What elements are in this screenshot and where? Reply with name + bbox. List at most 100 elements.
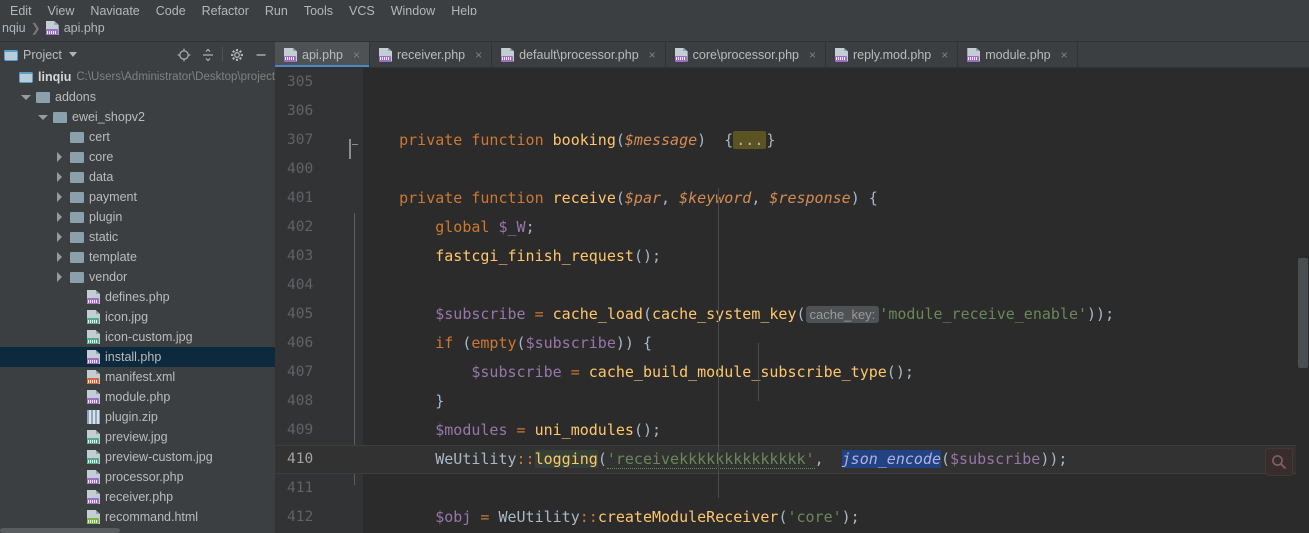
chevron-right-icon[interactable] — [55, 152, 65, 162]
search-magnifier-icon[interactable] — [1265, 448, 1293, 476]
code-line[interactable]: 305 — [275, 68, 1309, 97]
project-file-tree[interactable]: linqiu C:\Users\Administrator\Desktop\pro… — [0, 67, 275, 533]
breadcrumb-file[interactable]: api.php — [45, 21, 105, 35]
code-line[interactable]: 410 WeUtility::logging('receivekkkkkkkkk… — [275, 445, 1309, 474]
gear-icon[interactable] — [225, 44, 249, 66]
tree-item-manifest-xml[interactable]: manifest.xml — [0, 367, 275, 387]
close-icon[interactable]: × — [1059, 49, 1070, 61]
collapsed-fold-placeholder[interactable]: ... — [733, 131, 767, 149]
editor-scrollbar[interactable] — [1296, 68, 1309, 533]
tree-item-label: static — [89, 230, 119, 244]
editor-tab-module-php[interactable]: module.php × — [958, 42, 1078, 67]
code-line[interactable]: 307 private function booking($message) {… — [275, 126, 1309, 159]
tree-item-plugin[interactable]: plugin — [0, 207, 275, 227]
tree-item-linqiu[interactable]: linqiu C:\Users\Administrator\Desktop\pro… — [0, 67, 275, 87]
tree-item-cert[interactable]: cert — [0, 127, 275, 147]
tree-item-processor-php[interactable]: processor.php — [0, 467, 275, 487]
chevron-down-icon[interactable] — [68, 52, 77, 57]
menu-item-edit[interactable]: Edit — [2, 5, 40, 15]
tree-item-icon-custom-jpg[interactable]: icon-custom.jpg — [0, 327, 275, 347]
fold-end-icon[interactable] — [349, 395, 360, 406]
code-line[interactable]: 405 $subscribe = cache_load(cache_system… — [275, 300, 1309, 329]
code-line[interactable]: 403 fastcgi_finish_request(); — [275, 242, 1309, 271]
scrollbar-thumb[interactable] — [1298, 258, 1308, 368]
code-line[interactable]: 408 } — [275, 387, 1309, 416]
chevron-right-icon[interactable] — [55, 192, 65, 202]
menu-item-refactor[interactable]: Refactor — [194, 5, 257, 15]
code-line[interactable]: 412 $obj = WeUtility::createModuleReceiv… — [275, 503, 1309, 532]
menu-item-tools[interactable]: Tools — [296, 5, 341, 15]
tree-item-addons[interactable]: addons — [0, 87, 275, 107]
close-icon[interactable]: × — [351, 49, 362, 61]
chevron-right-icon[interactable] — [55, 212, 65, 222]
menu-item-help[interactable]: Help — [443, 5, 485, 15]
close-icon[interactable]: × — [647, 49, 658, 61]
project-panel-title[interactable]: Project — [4, 48, 77, 62]
tree-item-install-php[interactable]: install.php — [0, 347, 275, 367]
code-editor[interactable]: 305 306 307 private function booking($mess… — [275, 68, 1309, 533]
fold-collapsed-icon[interactable] — [349, 135, 360, 159]
code-line[interactable]: 407 $subscribe = cache_build_module_subs… — [275, 358, 1309, 387]
php-file-icon — [87, 470, 100, 484]
close-icon[interactable]: × — [939, 49, 950, 61]
code-line[interactable]: 402 global $_W; — [275, 213, 1309, 242]
editor-tab-default-processor-php[interactable]: default\processor.php × — [492, 42, 666, 67]
breadcrumb-project[interactable]: nqiu — [2, 21, 26, 35]
tree-item-ewei-shopv2[interactable]: ewei_shopv2 — [0, 107, 275, 127]
code-line[interactable]: 406 if (empty($subscribe)) { — [275, 329, 1309, 358]
menu-item-vcs[interactable]: VCS — [341, 5, 383, 15]
code-text: global $_W; — [435, 218, 535, 236]
tree-item-path: C:\Users\Administrator\Desktop\project — [76, 71, 275, 83]
scrollbar-thumb[interactable] — [0, 528, 120, 533]
menu-item-view[interactable]: View — [40, 5, 83, 15]
menu-item-window[interactable]: Window — [383, 5, 443, 15]
tree-item-label: preview.jpg — [105, 430, 168, 444]
chevron-right-icon[interactable] — [55, 272, 65, 282]
chevron-down-icon[interactable] — [21, 92, 31, 102]
tree-item-vendor[interactable]: vendor — [0, 267, 275, 287]
tree-item-defines-php[interactable]: defines.php — [0, 287, 275, 307]
close-icon[interactable]: × — [807, 49, 818, 61]
collapse-all-icon[interactable] — [196, 44, 220, 66]
editor-tab-reply-mod-php[interactable]: reply.mod.php × — [826, 42, 959, 67]
sidebar-horizontal-scrollbar[interactable] — [0, 528, 275, 533]
tree-item-plugin-zip[interactable]: plugin.zip — [0, 407, 275, 427]
tree-item-data[interactable]: data — [0, 167, 275, 187]
code-line[interactable]: 400 — [275, 155, 1309, 184]
editor-tab-receiver-php[interactable]: receiver.php × — [370, 42, 493, 67]
menu-item-run[interactable]: Run — [257, 5, 296, 15]
code-line[interactable]: 409 $modules = uni_modules(); — [275, 416, 1309, 445]
fold-expanded-icon[interactable] — [349, 192, 360, 205]
tree-item-module-php[interactable]: module.php — [0, 387, 275, 407]
tree-item-static[interactable]: static — [0, 227, 275, 247]
chevron-down-icon[interactable] — [38, 112, 48, 122]
code-line[interactable]: 401 private function receive($par, $keyw… — [275, 184, 1309, 213]
breadcrumb-separator: ❯ — [30, 21, 41, 35]
folder-icon — [70, 131, 84, 143]
tree-item-recommand-html[interactable]: recommand.html — [0, 507, 275, 527]
editor-tab-core-processor-php[interactable]: core\processor.php × — [666, 42, 826, 67]
editor-tab-bar[interactable]: api.php × receiver.php × default\processor.p… — [275, 42, 1309, 68]
locate-target-icon[interactable] — [172, 44, 196, 66]
menu-item-code[interactable]: Code — [148, 5, 194, 15]
fold-expanded-icon[interactable] — [349, 337, 360, 350]
tree-item-payment[interactable]: payment — [0, 187, 275, 207]
editor-tab-api-php[interactable]: api.php × — [275, 42, 371, 67]
tree-item-icon-jpg[interactable]: icon.jpg — [0, 307, 275, 327]
tree-item-core[interactable]: core — [0, 147, 275, 167]
chevron-right-icon[interactable] — [55, 232, 65, 242]
tree-item-template[interactable]: template — [0, 247, 275, 267]
menu-item-navigate[interactable]: Navigate — [82, 5, 147, 15]
close-icon[interactable]: × — [473, 49, 484, 61]
code-text: WeUtility::logging('receivekkkkkkkkkkkkk… — [363, 450, 1068, 469]
tree-item-preview-jpg[interactable]: preview.jpg — [0, 427, 275, 447]
tree-item-receiver-php[interactable]: receiver.php — [0, 487, 275, 507]
keyword: function — [471, 131, 544, 149]
chevron-right-icon[interactable] — [55, 172, 65, 182]
tree-item-preview-custom-jpg[interactable]: preview-custom.jpg — [0, 447, 275, 467]
code-line[interactable]: 306 — [275, 97, 1309, 126]
code-line[interactable]: 404 — [275, 271, 1309, 300]
hide-panel-icon[interactable] — [249, 44, 273, 66]
chevron-right-icon[interactable] — [55, 252, 65, 262]
code-line[interactable]: 411 — [275, 474, 1309, 503]
